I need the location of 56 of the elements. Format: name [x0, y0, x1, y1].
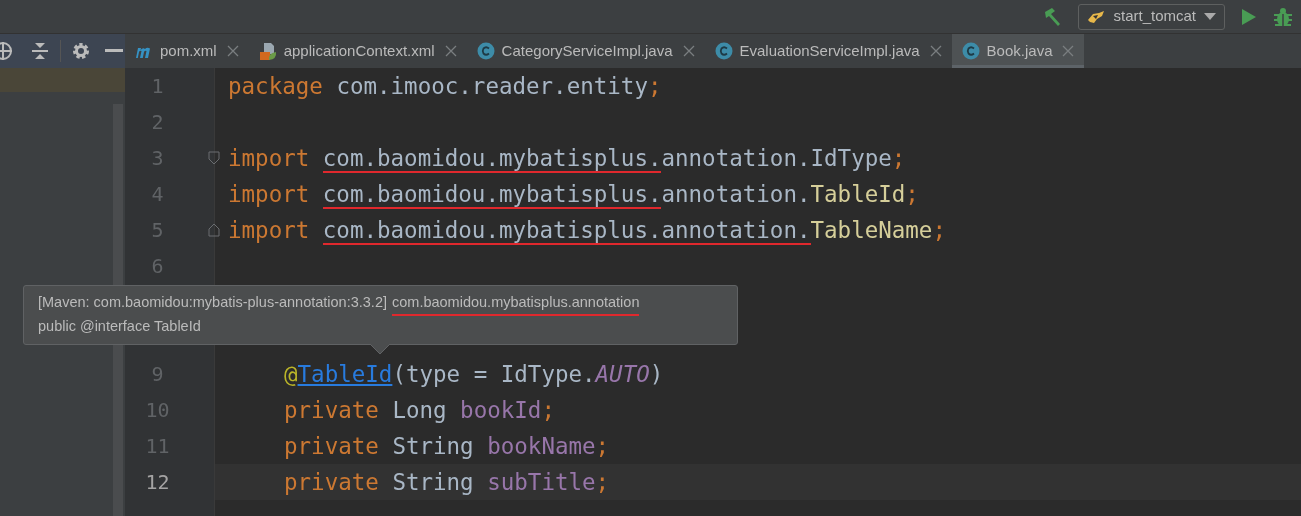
settings-icon[interactable]: [71, 41, 91, 61]
close-icon[interactable]: [682, 45, 695, 57]
code-text: com.imooc.reader.entity: [336, 73, 648, 99]
code-text: subTitle: [487, 469, 596, 495]
code-text: ;: [595, 469, 610, 495]
code-text: @: [284, 361, 298, 387]
code-text: annotation.IdType: [661, 145, 892, 171]
code-text: ;: [541, 397, 555, 423]
tooltip-text: public @interface TableId: [38, 316, 201, 336]
class-icon: [714, 42, 733, 60]
editor-tab[interactable]: Book.java: [951, 34, 1085, 68]
code-text: ;: [595, 433, 610, 459]
run-icon[interactable]: [1241, 7, 1257, 26]
code-text: ): [649, 361, 664, 387]
fold-marker-icon[interactable]: [208, 151, 220, 165]
code-text: bookId: [460, 397, 542, 423]
close-icon[interactable]: [226, 45, 239, 57]
code-text: TableName: [810, 217, 933, 243]
code-text: ;: [932, 217, 946, 243]
code-text: Long: [392, 397, 448, 423]
code-text: String: [392, 433, 475, 459]
spring-xml-icon: [258, 42, 277, 60]
code-text: import: [228, 181, 311, 207]
underlined-code-text: com.baomidou.mybatisplus.annotation.: [322, 217, 811, 245]
code-text: ;: [905, 181, 919, 207]
close-icon[interactable]: [929, 45, 942, 57]
code-text: import: [228, 145, 311, 171]
code-text: String: [392, 469, 475, 495]
crosshair-icon[interactable]: [0, 40, 14, 62]
collapse-icon[interactable]: [30, 41, 50, 61]
run-configuration-dropdown[interactable]: start_tomcat: [1078, 3, 1225, 30]
code-text: private: [284, 469, 380, 495]
line-number: 12: [145, 470, 170, 494]
code-text: annotation.: [661, 181, 811, 207]
class-icon: [961, 42, 980, 60]
class-icon: [476, 42, 495, 60]
code-text: TableId: [810, 181, 906, 207]
tooltip-text: [Maven: com.baomidou:mybatis-plus-annotation:3.3.2]: [38, 293, 387, 312]
underlined-code-text: com.baomidou.mybatisplus.: [322, 181, 662, 209]
code-text: private: [284, 433, 380, 459]
code-text: AUTO: [595, 361, 650, 387]
close-icon[interactable]: [444, 45, 457, 57]
code-text: ;: [647, 73, 662, 99]
bug-icon[interactable]: [1273, 6, 1293, 27]
code-text: private: [284, 397, 380, 423]
code-text: package: [228, 73, 324, 99]
code-text: import: [228, 217, 311, 243]
minimize-icon[interactable]: [105, 49, 123, 53]
hammer-icon[interactable]: [1042, 6, 1063, 27]
caret-icon: [1204, 12, 1216, 21]
underlined-code-text: com.baomidou.mybatisplus.: [322, 145, 662, 173]
underlined-tooltip-text: com.baomidou.mybatisplus.annotation: [392, 292, 640, 316]
fold-marker-icon[interactable]: [208, 223, 220, 237]
close-icon[interactable]: [1062, 45, 1075, 57]
code-text: bookName: [487, 433, 596, 459]
code-text: ;: [891, 145, 906, 171]
